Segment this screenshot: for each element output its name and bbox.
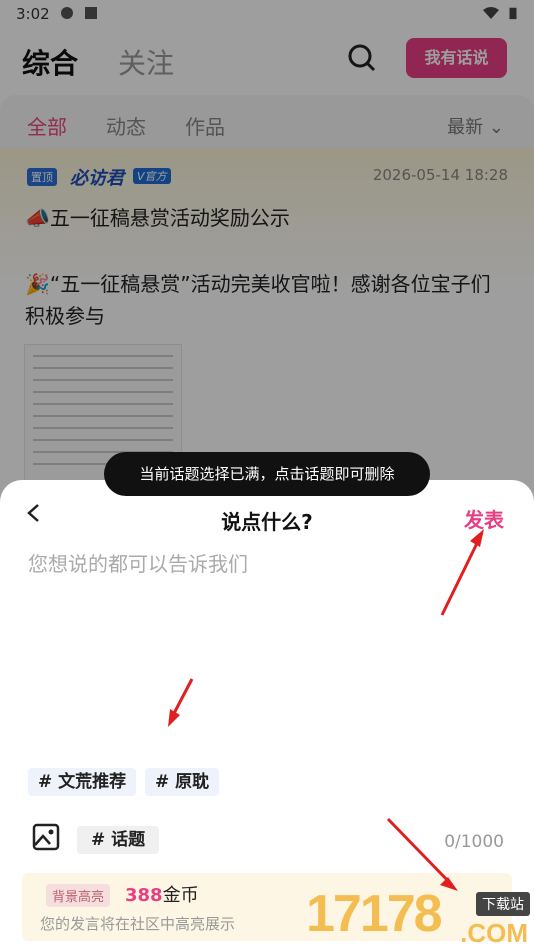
image-icon[interactable] [32,823,60,851]
watermark-logo: 17178 [306,885,443,943]
annotation-arrow-icon [168,678,194,727]
topic-tag[interactable]: # 原耽 [145,768,220,796]
highlight-price: 388金币 [125,881,199,907]
highlight-description: 您的发言将在社区中高亮展示 [40,915,236,933]
highlight-badge: 背景高亮 [46,884,111,907]
topic-button[interactable]: # 话题 [77,826,160,854]
site-watermark: 17178 下载站 .COM [306,884,534,950]
highlight-price-unit: 金币 [162,885,199,906]
annotation-arrow-icon [440,529,484,616]
watermark-label: 下载站 [476,892,530,916]
watermark-suffix: .COM [460,918,528,948]
annotation-arrow-icon [386,817,458,891]
topic-tag[interactable]: # 文荒推荐 [28,768,137,796]
compose-input[interactable]: 您想说的都可以告诉我们 [28,548,248,577]
toast-message: 当前话题选择已满，点击话题即可删除 [104,452,430,496]
highlight-price-value: 388 [125,885,163,906]
